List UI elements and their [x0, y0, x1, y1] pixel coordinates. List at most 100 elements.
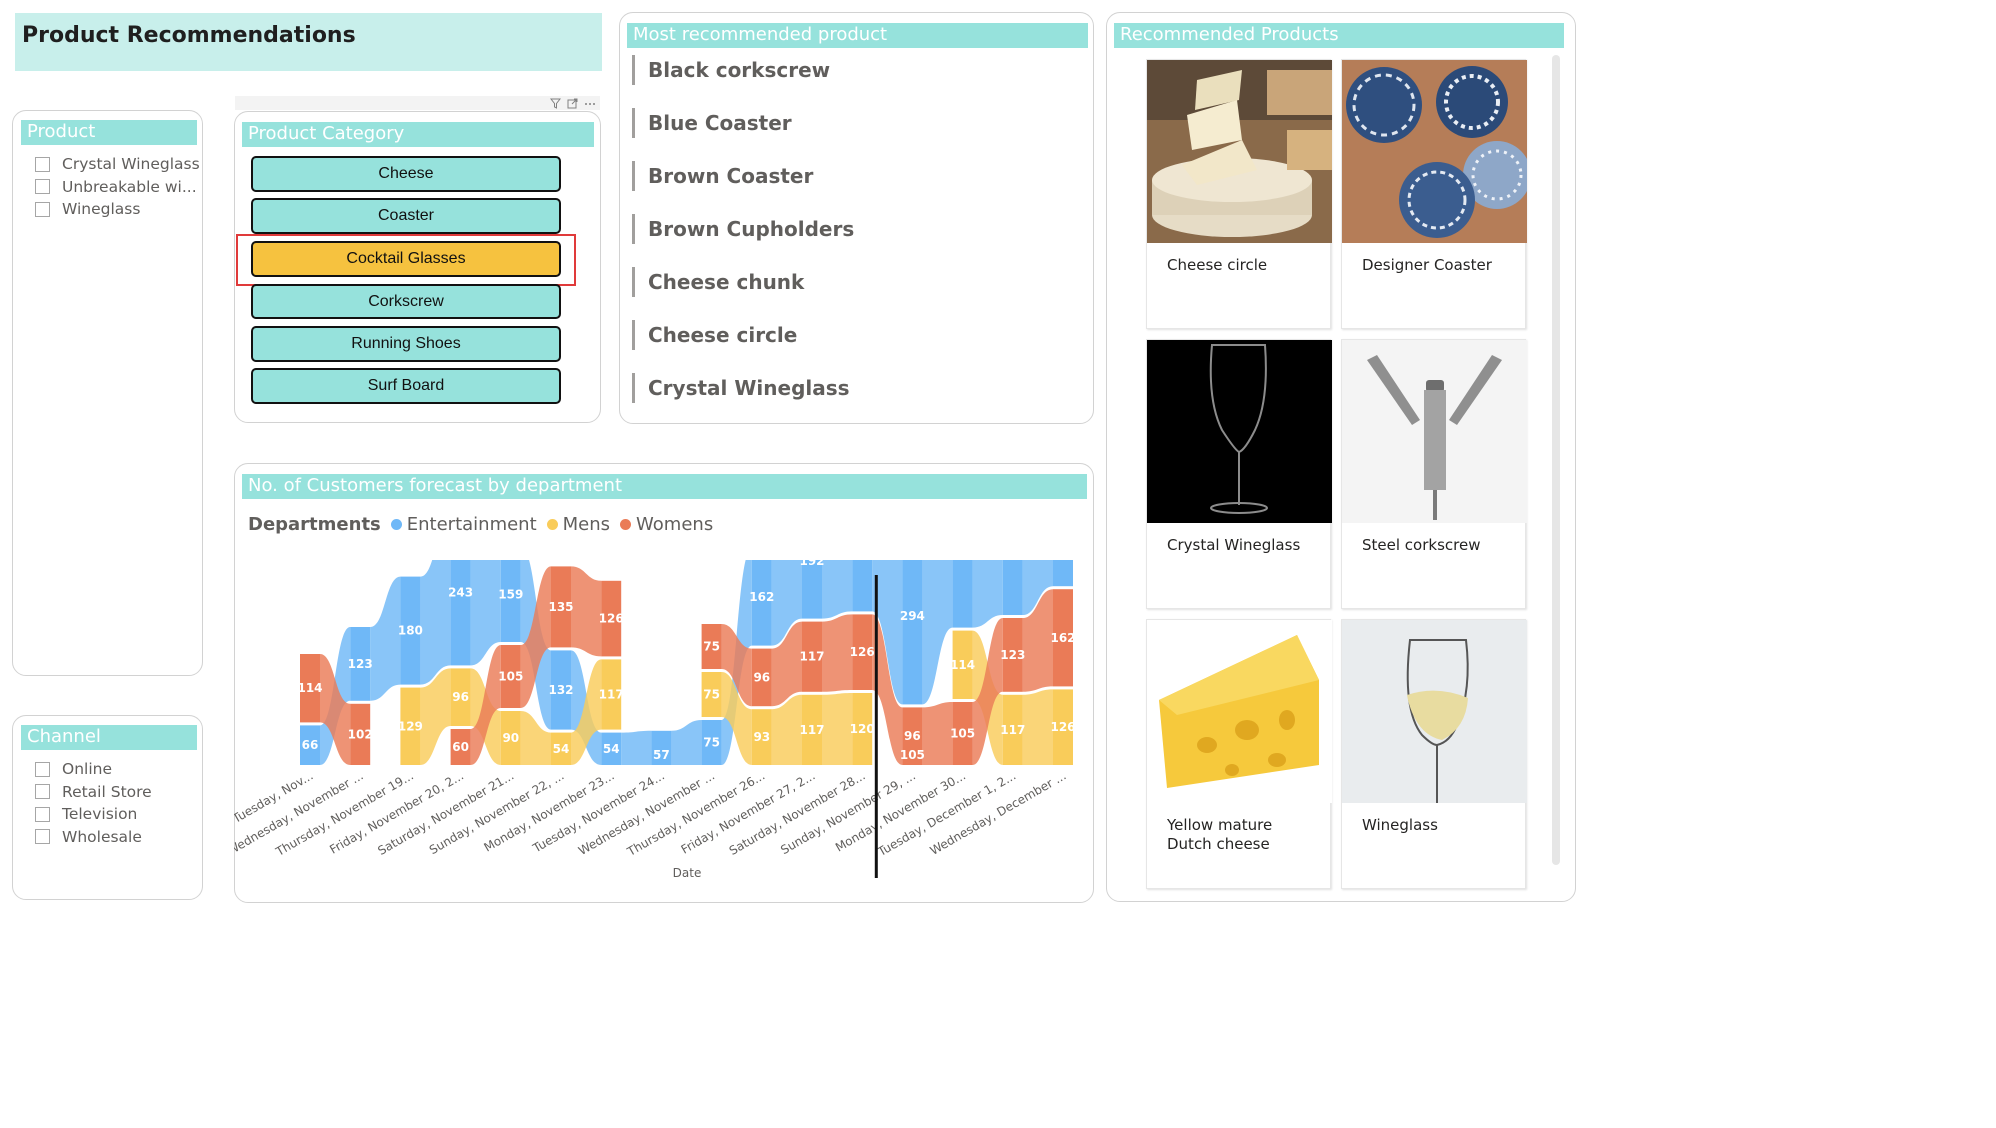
data-label: 75 [703, 688, 720, 702]
ribbon-mens[interactable] [1022, 689, 1053, 765]
recommended-scrollbar[interactable] [1552, 55, 1560, 865]
ribbon-entertainment[interactable] [922, 560, 953, 705]
data-label: 117 [1000, 723, 1025, 737]
most-recommended-item[interactable]: Blue Coaster [632, 96, 854, 149]
ribbon-entertainment[interactable] [621, 730, 652, 765]
data-label: 117 [799, 650, 824, 664]
selection-highlight-box [236, 234, 576, 286]
product-option-unbreakable[interactable]: Unbreakable wi... [35, 176, 200, 199]
product-option-wineglass[interactable]: Wineglass [35, 198, 200, 221]
filter-icon[interactable] [550, 98, 561, 109]
product-slicer-list: Crystal Wineglass Unbreakable wi... Wine… [35, 153, 200, 221]
channel-option-television[interactable]: Television [35, 803, 152, 826]
checkbox-icon[interactable] [35, 784, 50, 800]
item-accent-bar [632, 213, 635, 244]
ribbon-entertainment[interactable] [972, 560, 1003, 628]
most-recommended-label: Cheese chunk [648, 269, 805, 294]
bar-segment-entertainment[interactable] [1053, 560, 1073, 587]
bar-segment-entertainment[interactable] [952, 560, 973, 628]
recommended-products-header: Recommended Products [1114, 23, 1564, 48]
most-recommended-card: Most recommended product Black corkscrew… [619, 12, 1094, 424]
checkbox-icon[interactable] [35, 761, 50, 777]
data-label: 117 [599, 688, 624, 702]
most-recommended-item[interactable]: Cheese chunk [632, 255, 854, 308]
bar-segment-entertainment[interactable] [802, 560, 822, 619]
channel-option-online[interactable]: Online [35, 758, 152, 781]
product-card[interactable]: Yellow mature Dutch cheese [1146, 619, 1332, 889]
product-slicer-header: Product [21, 120, 197, 145]
ribbon-entertainment[interactable] [822, 560, 853, 619]
category-slicer: Product Category Cheese Coaster Cocktail… [234, 111, 601, 423]
legend-item-mens[interactable]: Mens [546, 514, 611, 535]
ribbon-womens[interactable] [822, 614, 853, 692]
crystal-wineglass-photo [1147, 340, 1332, 523]
product-card-name: Cheese circle [1167, 256, 1268, 274]
data-label: 162 [1050, 631, 1075, 645]
ribbon-entertainment[interactable] [370, 576, 401, 701]
most-recommended-label: Cheese circle [648, 322, 798, 347]
bar-segment-entertainment[interactable] [902, 560, 923, 705]
product-card[interactable]: Designer Coaster [1341, 59, 1527, 329]
category-button-coaster[interactable]: Coaster [251, 198, 561, 234]
checkbox-icon[interactable] [35, 201, 50, 217]
data-label: 294 [900, 609, 925, 623]
checkbox-icon[interactable] [35, 156, 50, 172]
product-card[interactable]: Wineglass [1341, 619, 1527, 889]
product-slicer: Product Crystal Wineglass Unbreakable wi… [12, 110, 203, 676]
checkbox-icon[interactable] [35, 179, 50, 195]
item-accent-bar [632, 107, 635, 138]
focus-mode-icon[interactable] [567, 98, 578, 109]
legend-label: Womens [636, 514, 714, 535]
bar-segment-entertainment[interactable] [450, 560, 471, 666]
item-accent-bar [632, 372, 635, 403]
legend-item-entertainment[interactable]: Entertainment [390, 514, 537, 535]
data-label: 105 [950, 727, 975, 741]
bar-segment-entertainment[interactable] [852, 560, 873, 612]
ribbon-womens[interactable] [571, 566, 602, 657]
item-accent-bar [632, 266, 635, 297]
data-label: 126 [850, 645, 875, 659]
ribbon-entertainment[interactable] [671, 720, 702, 765]
category-button-cheese[interactable]: Cheese [251, 156, 561, 192]
category-button-corkscrew[interactable]: Corkscrew [251, 284, 561, 319]
bar-segment-entertainment[interactable] [1002, 560, 1023, 615]
data-label: 180 [398, 624, 423, 638]
ribbon-mens[interactable] [822, 693, 853, 765]
channel-option-wholesale[interactable]: Wholesale [35, 826, 152, 849]
product-card-name: Crystal Wineglass [1167, 536, 1301, 554]
product-card[interactable]: Crystal Wineglass [1146, 339, 1332, 609]
ribbon-womens[interactable] [922, 702, 953, 765]
wineglass-photo [1342, 620, 1527, 803]
product-option-crystal-wineglass[interactable]: Crystal Wineglass [35, 153, 200, 176]
data-label: 114 [950, 658, 975, 672]
data-label: 96 [753, 670, 770, 684]
data-label: 102 [348, 727, 373, 741]
legend-label: Mens [562, 514, 611, 535]
product-card[interactable]: Steel corkscrew [1341, 339, 1527, 609]
most-recommended-item[interactable]: Brown Coaster [632, 149, 854, 202]
category-button-running-shoes[interactable]: Running Shoes [251, 326, 561, 362]
most-recommended-item[interactable]: Black corkscrew [632, 43, 854, 96]
data-label: 243 [448, 586, 473, 600]
data-label: 123 [1000, 648, 1025, 662]
more-options-icon[interactable] [584, 98, 596, 109]
data-label: 123 [348, 657, 373, 671]
most-recommended-item[interactable]: Brown Cupholders [632, 202, 854, 255]
data-label: 129 [398, 719, 423, 733]
product-option-label: Wineglass [62, 200, 141, 219]
legend-item-womens[interactable]: Womens [620, 514, 713, 535]
data-label: 90 [502, 731, 519, 745]
product-card[interactable]: Cheese circle [1146, 59, 1332, 329]
ribbon-entertainment[interactable] [420, 560, 451, 685]
channel-option-retail-store[interactable]: Retail Store [35, 781, 152, 804]
checkbox-icon[interactable] [35, 806, 50, 822]
checkbox-icon[interactable] [35, 829, 50, 845]
item-accent-bar [632, 54, 635, 85]
data-label: 93 [753, 730, 770, 744]
data-label: 135 [548, 600, 573, 614]
data-label: 114 [297, 681, 322, 695]
most-recommended-label: Brown Coaster [648, 163, 814, 188]
most-recommended-item[interactable]: Crystal Wineglass [632, 361, 854, 414]
most-recommended-item[interactable]: Cheese circle [632, 308, 854, 361]
category-button-surf-board[interactable]: Surf Board [251, 368, 561, 404]
